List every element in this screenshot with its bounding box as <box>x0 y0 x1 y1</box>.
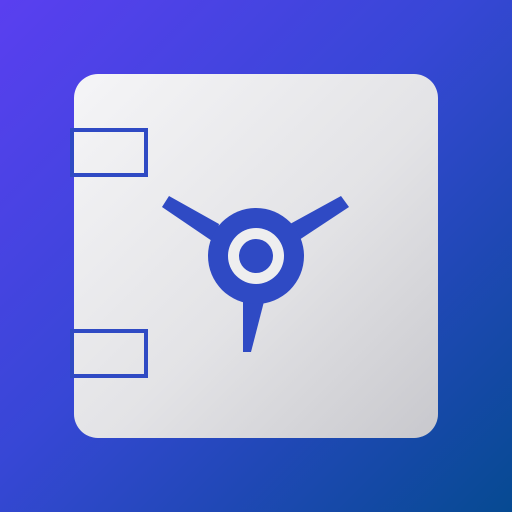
safe-vault-icon <box>70 74 438 438</box>
dial-center <box>239 239 273 273</box>
app-icon-background <box>0 0 512 512</box>
